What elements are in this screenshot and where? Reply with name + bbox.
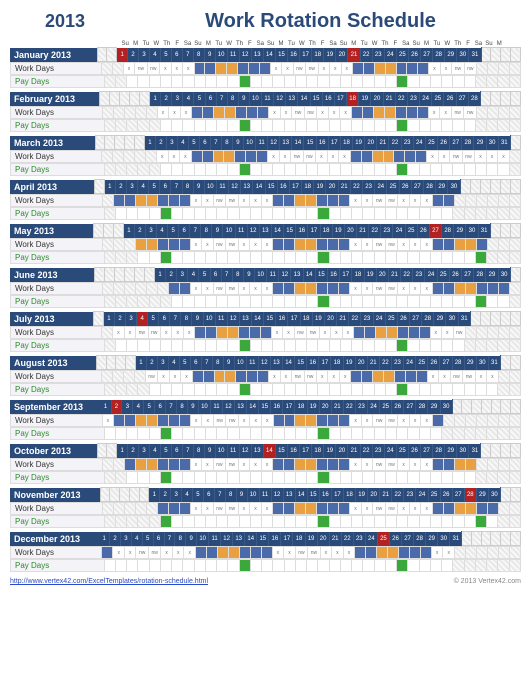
pay-days-label: Pay Days — [11, 120, 105, 132]
month-label: November 2013 — [10, 488, 100, 502]
day-of-week-header: SuMTuWThFSaSuMTuWThFSaSuMTuWThFSaSuMTuWT… — [120, 41, 504, 47]
pay-days-label: Pay Days — [11, 340, 105, 352]
work-days-label: Work Days — [11, 415, 103, 427]
month-label: July 2013 — [10, 312, 93, 326]
year-label: 2013 — [10, 11, 120, 32]
work-days-label: Work Days — [11, 63, 102, 75]
work-days-label: Work Days — [11, 195, 103, 207]
month-label: January 2013 — [10, 48, 97, 62]
month-label: August 2013 — [10, 356, 96, 370]
month-label: June 2013 — [10, 268, 94, 282]
pay-days-label: Pay Days — [11, 472, 105, 484]
pay-days-label: Pay Days — [11, 560, 105, 572]
work-days-label: Work Days — [11, 239, 103, 251]
work-days-label: Work Days — [11, 459, 103, 471]
pay-days-label: Pay Days — [11, 296, 105, 308]
work-days-label: Work Days — [11, 107, 103, 119]
pay-days-label: Pay Days — [11, 252, 105, 264]
work-days-label: Work Days — [11, 283, 103, 295]
month-label: December 2013 — [10, 532, 99, 546]
pay-days-label: Pay Days — [11, 384, 105, 396]
month-label: May 2013 — [10, 224, 93, 238]
pay-days-label: Pay Days — [11, 76, 105, 88]
month-label: February 2013 — [10, 92, 100, 106]
month-label: April 2013 — [10, 180, 94, 194]
source-link[interactable]: http://www.vertex42.com/ExcelTemplates/r… — [10, 578, 208, 585]
pay-days-label: Pay Days — [11, 428, 105, 440]
pay-days-label: Pay Days — [11, 208, 105, 220]
month-label: March 2013 — [10, 136, 95, 150]
work-days-label: Work Days — [11, 503, 103, 515]
month-label: October 2013 — [10, 444, 97, 458]
pay-days-label: Pay Days — [11, 164, 105, 176]
page-title: Work Rotation Schedule — [120, 10, 521, 33]
work-days-label: Work Days — [11, 151, 102, 163]
work-days-label: Work Days — [11, 371, 102, 383]
work-days-label: Work Days — [11, 327, 102, 339]
work-days-label: Work Days — [11, 547, 102, 559]
copyright: © 2013 Vertex42.com — [454, 578, 521, 585]
month-label: September 2013 — [10, 400, 101, 414]
pay-days-label: Pay Days — [11, 516, 105, 528]
